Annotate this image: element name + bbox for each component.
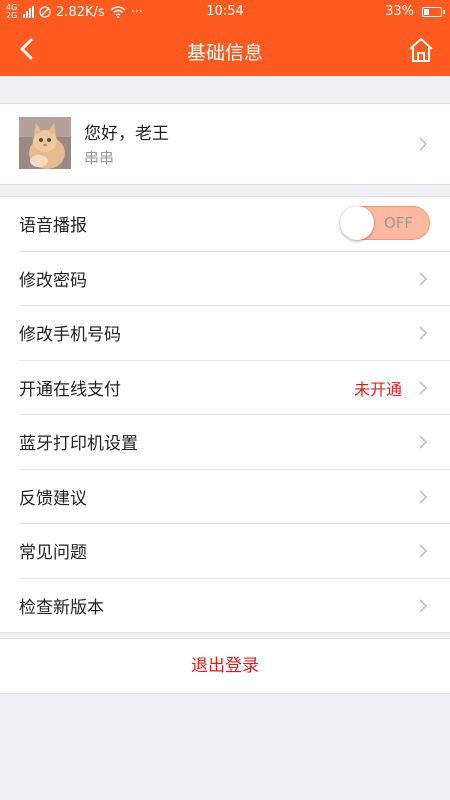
chevron-right-icon xyxy=(419,326,428,340)
toggle-knob xyxy=(340,206,374,240)
bluetooth-printer-label: 蓝牙打印机设置 xyxy=(19,434,138,454)
change-password-row[interactable]: 修改密码 xyxy=(19,252,450,306)
battery-icon xyxy=(422,6,445,17)
change-phone-label: 修改手机号码 xyxy=(19,325,121,345)
check-update-label: 检查新版本 xyxy=(19,597,104,618)
voice-broadcast-row: 语音播报 OFF xyxy=(19,197,450,252)
voice-broadcast-toggle[interactable]: OFF xyxy=(340,206,430,240)
chevron-right-icon xyxy=(419,137,428,151)
voice-broadcast-label: 语音播报 xyxy=(19,216,87,236)
toggle-state-text: OFF xyxy=(383,214,413,232)
change-password-label: 修改密码 xyxy=(19,270,87,291)
chevron-right-icon xyxy=(419,271,428,286)
greeting-text: 您好，老王 xyxy=(84,124,169,144)
chevron-right-icon xyxy=(419,598,428,613)
profile-card[interactable]: 您好，老王 串串 xyxy=(0,103,450,185)
page-title: 基础信息 xyxy=(186,42,263,64)
chevron-right-icon xyxy=(419,380,428,395)
feedback-row[interactable]: 反馈建议 xyxy=(19,470,450,524)
status-bar: 4G 2G 2.82K/s ··· 10:54 33% xyxy=(0,0,450,24)
chevron-right-icon xyxy=(419,544,428,558)
cat-avatar xyxy=(19,117,71,169)
online-payment-label: 开通在线支付 xyxy=(19,379,121,400)
check-update-row[interactable]: 检查新版本 xyxy=(19,579,450,633)
clock: 10:54 xyxy=(206,4,244,19)
chevron-right-icon xyxy=(419,435,428,449)
nav-bar: 基础信息 xyxy=(0,24,450,76)
online-payment-row[interactable]: 开通在线支付 未开通 xyxy=(19,361,450,415)
home-icon[interactable] xyxy=(408,37,434,63)
faq-label: 常见问题 xyxy=(19,543,87,563)
settings-list: 语音播报 OFF 修改密码 修改手机号码 开通在线支付 未开通 蓝牙打印机设置 … xyxy=(0,196,450,633)
feedback-label: 反馈建议 xyxy=(19,488,87,509)
bluetooth-printer-row[interactable]: 蓝牙打印机设置 xyxy=(19,415,450,470)
user-name: 串串 xyxy=(84,149,115,167)
logout-button[interactable]: 退出登录 xyxy=(0,638,450,694)
payment-status-text: 未开通 xyxy=(353,379,402,399)
chevron-right-icon xyxy=(419,489,428,504)
faq-row[interactable]: 常见问题 xyxy=(19,524,450,579)
change-phone-row[interactable]: 修改手机号码 xyxy=(19,306,450,361)
battery-percent: 33% xyxy=(385,4,414,19)
